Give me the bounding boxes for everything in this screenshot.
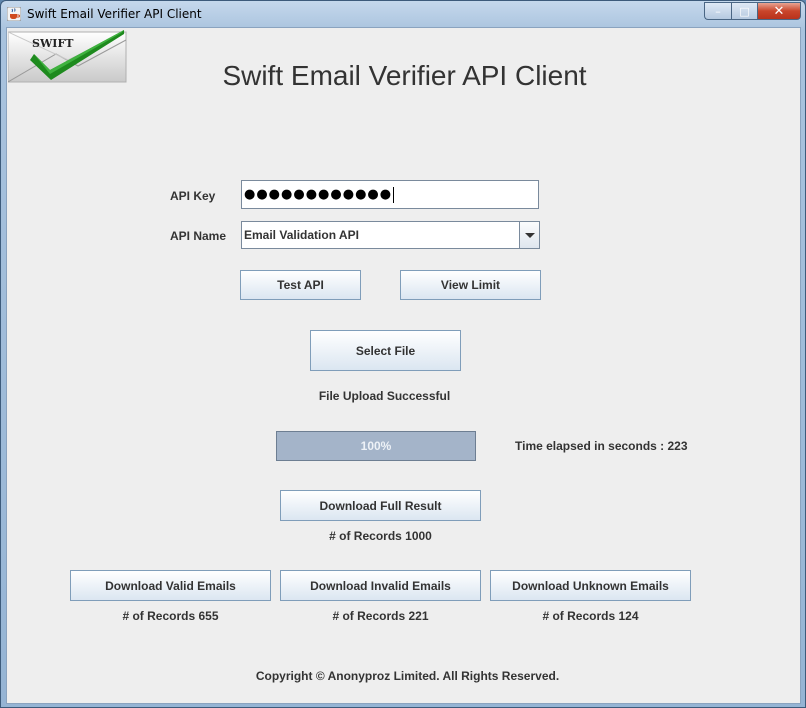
api-key-input[interactable]: ●●●●●●●●●●●● xyxy=(241,180,539,209)
select-file-button[interactable]: Select File xyxy=(310,330,461,371)
copyright-footer: Copyright © Anonyproz Limited. All Right… xyxy=(255,669,560,683)
unknown-records-count: # of Records 124 xyxy=(542,609,639,623)
api-key-label: API Key xyxy=(170,189,216,203)
download-valid-button[interactable]: Download Valid Emails xyxy=(70,570,271,601)
download-full-result-button[interactable]: Download Full Result xyxy=(280,490,481,521)
valid-records-count: # of Records 655 xyxy=(122,609,219,623)
app-window: Swift Email Verifier API Client – □ ✕ SW… xyxy=(0,0,806,708)
progress-bar: 100% xyxy=(276,431,476,461)
view-limit-button[interactable]: View Limit xyxy=(400,270,541,300)
download-unknown-button[interactable]: Download Unknown Emails xyxy=(490,570,691,601)
download-invalid-button[interactable]: Download Invalid Emails xyxy=(280,570,481,601)
full-records-count: # of Records 1000 xyxy=(329,529,432,543)
api-name-value: Email Validation API xyxy=(244,228,359,242)
api-name-select[interactable]: Email Validation API xyxy=(241,221,540,249)
window-title: Swift Email Verifier API Client xyxy=(27,7,202,21)
title-bar[interactable]: Swift Email Verifier API Client – □ ✕ xyxy=(1,1,805,27)
close-icon: ✕ xyxy=(773,3,785,19)
java-cup-icon xyxy=(7,7,21,21)
chevron-down-icon[interactable] xyxy=(519,222,539,248)
close-button[interactable]: ✕ xyxy=(757,2,801,20)
minimize-button[interactable]: – xyxy=(704,2,731,20)
text-caret xyxy=(393,186,395,203)
main-panel: SWIFT Swift Email Verifier API Client AP… xyxy=(6,27,801,704)
maximize-button[interactable]: □ xyxy=(731,2,757,20)
test-api-button[interactable]: Test API xyxy=(240,270,361,300)
api-key-value: ●●●●●●●●●●●● xyxy=(244,187,393,202)
invalid-records-count: # of Records 221 xyxy=(332,609,429,623)
time-elapsed: Time elapsed in seconds : 223 xyxy=(515,439,688,453)
logo-text: SWIFT xyxy=(32,37,74,50)
upload-status: File Upload Successful xyxy=(318,389,451,403)
maximize-icon: □ xyxy=(739,4,750,18)
api-name-label: API Name xyxy=(170,229,227,243)
minimize-icon: – xyxy=(715,4,721,18)
page-title: Swift Email Verifier API Client xyxy=(222,60,587,91)
progress-text: 100% xyxy=(360,439,392,453)
